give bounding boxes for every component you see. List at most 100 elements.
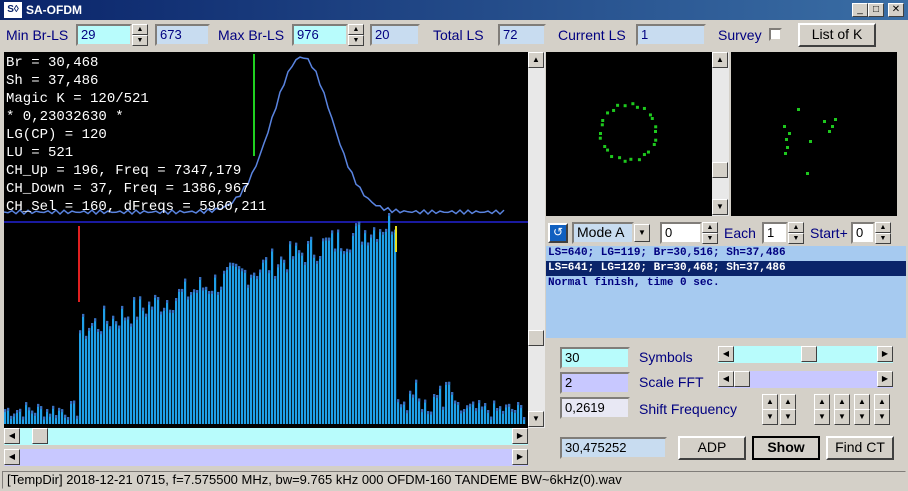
start-input[interactable]: 0	[851, 222, 875, 244]
spectrum-bar	[376, 238, 379, 424]
max-br-ls-aux-field[interactable]: 20	[370, 24, 420, 46]
spectrum-bar-top	[499, 406, 502, 410]
adp-button[interactable]: ADP	[678, 436, 746, 460]
shift-down-arrow[interactable]: ▼	[854, 409, 870, 425]
spectrum-bar-top	[373, 227, 376, 231]
spectrum-bar-top	[286, 269, 289, 273]
spectrum-bar	[355, 223, 358, 424]
constellation-point	[648, 113, 652, 117]
spectrum-bar	[277, 264, 280, 424]
scroll-left-arrow[interactable]: ◀	[718, 346, 734, 362]
min-br-ls-aux-field[interactable]: 673	[155, 24, 210, 46]
shift-down-arrow[interactable]: ▼	[834, 409, 850, 425]
max-br-ls-input[interactable]: 976	[292, 24, 348, 46]
shift-down-arrow[interactable]: ▼	[762, 409, 778, 425]
shift-up-arrow[interactable]: ▲	[762, 394, 778, 410]
spectrum-bar-top	[274, 275, 277, 279]
mode-value-input[interactable]: 0	[660, 222, 702, 244]
main-vertical-scrollbar[interactable]: ▲ ▼	[528, 52, 545, 428]
spectrum-horizontal-scrollbar-2[interactable]: ◀ ▶	[4, 449, 528, 466]
shift-down-arrow[interactable]: ▼	[874, 409, 890, 425]
scroll-down-arrow[interactable]: ▼	[712, 199, 728, 215]
scroll-right-arrow[interactable]: ▶	[877, 371, 893, 387]
spectrum-bar	[484, 403, 487, 424]
each-label: Each	[724, 225, 756, 241]
spectrum-bar-top	[316, 260, 319, 264]
scroll-up-arrow[interactable]: ▲	[712, 52, 728, 68]
start-spinner[interactable]: ▲ ▼	[875, 222, 891, 244]
spectrum-bar	[307, 240, 310, 424]
spectrum-bar-top	[28, 407, 31, 411]
constellation-panel-left	[546, 52, 712, 216]
spectrum-bar-top	[340, 248, 343, 252]
constellation-point	[650, 116, 654, 120]
scroll-thumb[interactable]	[32, 428, 48, 444]
shift-down-arrow[interactable]: ▼	[814, 409, 830, 425]
each-spinner[interactable]: ▲ ▼	[788, 222, 804, 244]
spectrum-horizontal-scrollbar-1[interactable]: ◀ ▶	[4, 428, 528, 445]
shift-up-arrow[interactable]: ▲	[854, 394, 870, 410]
spectrum-bar	[211, 290, 214, 424]
list-item[interactable]: LS=640; LG=119; Br=30,516; Sh=37,486	[546, 246, 906, 261]
list-item[interactable]: Normal finish, time 0 sec.	[546, 276, 906, 291]
scroll-thumb[interactable]	[528, 330, 544, 346]
survey-checkbox[interactable]	[769, 28, 782, 41]
log-list[interactable]: LS=640; LG=119; Br=30,516; Sh=37,486 LS=…	[546, 246, 906, 338]
find-ct-button[interactable]: Find CT	[826, 436, 894, 460]
scale-fft-slider[interactable]: ◀ ▶	[718, 371, 893, 388]
spectrum-bar-top	[46, 409, 49, 413]
show-button[interactable]: Show	[752, 436, 820, 460]
symbols-field[interactable]: 30	[560, 347, 630, 369]
spectrum-bar-top	[34, 412, 37, 416]
close-button[interactable]: ✕	[888, 3, 904, 17]
spectrum-bar	[319, 256, 322, 424]
each-input[interactable]: 1	[762, 222, 788, 244]
spectrum-bar	[166, 300, 169, 424]
scroll-left-arrow[interactable]: ◀	[4, 449, 20, 465]
shift-up-arrow[interactable]: ▲	[874, 394, 890, 410]
reset-icon[interactable]: ↺	[548, 223, 568, 243]
current-ls-label: Current LS	[558, 27, 626, 43]
shift-coarse-buttons[interactable]: ▲ ▲ ▼ ▼	[762, 394, 802, 425]
shift-fine-buttons[interactable]: ▲ ▲ ▲ ▲ ▼ ▼ ▼ ▼	[814, 394, 900, 425]
maximize-button[interactable]: □	[868, 3, 884, 17]
constellation-point	[784, 152, 787, 155]
slider-thumb[interactable]	[801, 346, 818, 362]
min-br-ls-input[interactable]: 29	[76, 24, 132, 46]
spectrum-bar-top	[430, 411, 433, 415]
scroll-down-arrow[interactable]: ▼	[528, 411, 544, 427]
minimize-button[interactable]: _	[852, 3, 868, 17]
spectrum-bar-top	[442, 406, 445, 410]
constellation-point	[623, 159, 627, 163]
max-br-ls-spinner[interactable]: ▲ ▼	[348, 24, 364, 46]
scroll-up-arrow[interactable]: ▲	[528, 52, 544, 68]
scale-fft-field[interactable]: 2	[560, 372, 630, 394]
mode-value-spinner[interactable]: ▲ ▼	[702, 222, 718, 244]
mode-dropdown-arrow[interactable]: ▼	[634, 224, 650, 242]
scroll-thumb[interactable]	[712, 162, 728, 178]
list-item-selected[interactable]: LS=641; LG=120; Br=30,468; Sh=37,486	[546, 261, 906, 276]
shift-frequency-field[interactable]: 0,2619	[560, 397, 630, 419]
shift-down-arrow[interactable]: ▼	[780, 409, 796, 425]
spectrum-bar	[472, 401, 475, 424]
scroll-right-arrow[interactable]: ▶	[877, 346, 893, 362]
symbols-slider[interactable]: ◀ ▶	[718, 346, 893, 363]
scroll-left-arrow[interactable]: ◀	[718, 371, 734, 387]
spectrum-bar-top	[124, 317, 127, 321]
frequency-field[interactable]: 30,475252	[560, 437, 667, 459]
constellation-point	[606, 148, 610, 152]
constellation-scrollbar[interactable]: ▲ ▼	[712, 52, 729, 216]
shift-up-arrow[interactable]: ▲	[834, 394, 850, 410]
scroll-right-arrow[interactable]: ▶	[512, 428, 528, 444]
scroll-right-arrow[interactable]: ▶	[512, 449, 528, 465]
spectrum-bar-top	[109, 326, 112, 330]
mode-select[interactable]: Mode A	[572, 222, 634, 244]
spectrum-bar	[334, 248, 337, 424]
shift-up-arrow[interactable]: ▲	[814, 394, 830, 410]
list-of-k-button[interactable]: List of K	[798, 23, 876, 47]
constellation-point	[797, 108, 800, 111]
slider-thumb[interactable]	[734, 371, 750, 387]
scroll-left-arrow[interactable]: ◀	[4, 428, 20, 444]
min-br-ls-spinner[interactable]: ▲ ▼	[132, 24, 148, 46]
shift-up-arrow[interactable]: ▲	[780, 394, 796, 410]
